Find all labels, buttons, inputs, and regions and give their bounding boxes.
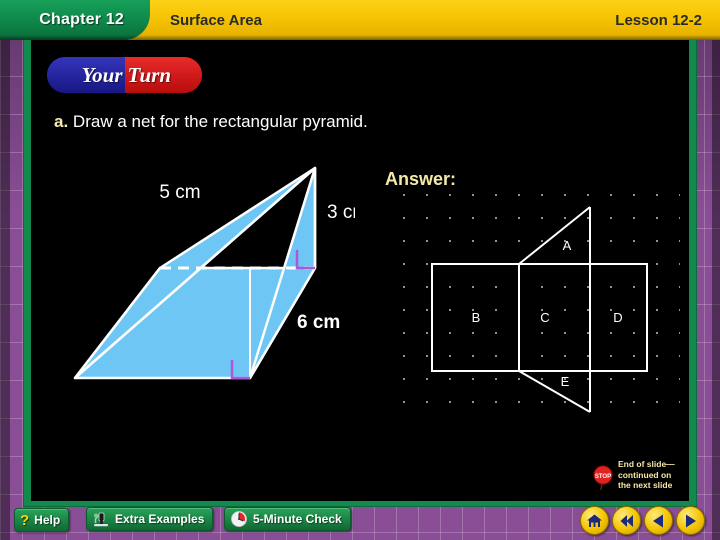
net-label-b: B (472, 310, 481, 325)
slide: Chapter 12 Surface Area Lesson 12-2 Your… (0, 0, 720, 540)
your-turn-right-half: Turn (124, 57, 202, 93)
frame-right-shadow (712, 0, 720, 540)
net-dot-grid (395, 188, 680, 413)
net-label-e: E (561, 374, 570, 389)
question-letter: a. (54, 112, 69, 131)
five-minute-check-button[interactable]: 5-Minute Check (224, 507, 351, 531)
net-label-d: D (613, 310, 622, 325)
help-button-label: Help (34, 513, 61, 527)
pyramid-label-3cm: 3 cm (327, 202, 355, 223)
first-slide-nav-button[interactable] (612, 506, 641, 535)
your-turn-badge: Your Turn (47, 57, 202, 93)
double-left-arrow-icon (620, 514, 633, 527)
frame-left-shadow (0, 0, 10, 540)
extra-examples-button-label: Extra Examples (115, 512, 205, 526)
chapter-tab: Chapter 12 (0, 0, 150, 40)
question-text: Draw a net for the rectangular pyramid. (72, 112, 368, 131)
help-button[interactable]: ? Help (14, 508, 70, 532)
answer-label: Answer: (385, 169, 457, 189)
stop-sign-icon: STOP (593, 465, 613, 491)
end-note-line-2: continued on (618, 469, 672, 480)
pyramid-label-5cm: 5 cm (159, 182, 200, 203)
your-turn-left-half: Your (47, 57, 125, 93)
end-note-line-3: the next slide (618, 480, 673, 490)
title-bar-shadow (0, 35, 720, 40)
home-icon (587, 514, 602, 527)
your-turn-word-2: Turn (127, 62, 172, 87)
svg-text:STOP: STOP (595, 474, 611, 480)
your-turn-word-1: Your (81, 62, 123, 87)
microscope-icon (94, 512, 108, 527)
end-note-line-1: End of slide— (618, 459, 675, 469)
home-nav-button[interactable] (580, 506, 609, 535)
title-bar: Chapter 12 Surface Area Lesson 12-2 (0, 0, 720, 40)
previous-slide-nav-button[interactable] (644, 506, 673, 535)
chapter-label: Chapter 12 (39, 11, 124, 28)
next-slide-nav-button[interactable] (676, 506, 705, 535)
net-label-a: A (563, 238, 572, 253)
rectangular-pyramid-figure: 5 cm 3 cm 6 cm (73, 166, 355, 380)
net-label-c: C (540, 310, 549, 325)
pyramid-label-6cm: 6 cm (297, 312, 340, 333)
question-mark-icon: ? (20, 511, 30, 529)
extra-examples-button[interactable]: Extra Examples (86, 507, 214, 531)
clock-icon (231, 511, 247, 527)
lesson-label: Lesson 12-2 (615, 11, 702, 29)
end-of-slide-note: End of slide— continued on the next slid… (618, 459, 684, 491)
subject-title: Surface Area (170, 11, 262, 29)
five-minute-check-button-label: 5-Minute Check (253, 512, 342, 526)
left-arrow-icon (653, 514, 663, 527)
pyramid-net-figure: A B C D E (395, 188, 680, 413)
question-line: a. Draw a net for the rectangular pyrami… (54, 112, 368, 132)
right-arrow-icon (686, 514, 696, 527)
